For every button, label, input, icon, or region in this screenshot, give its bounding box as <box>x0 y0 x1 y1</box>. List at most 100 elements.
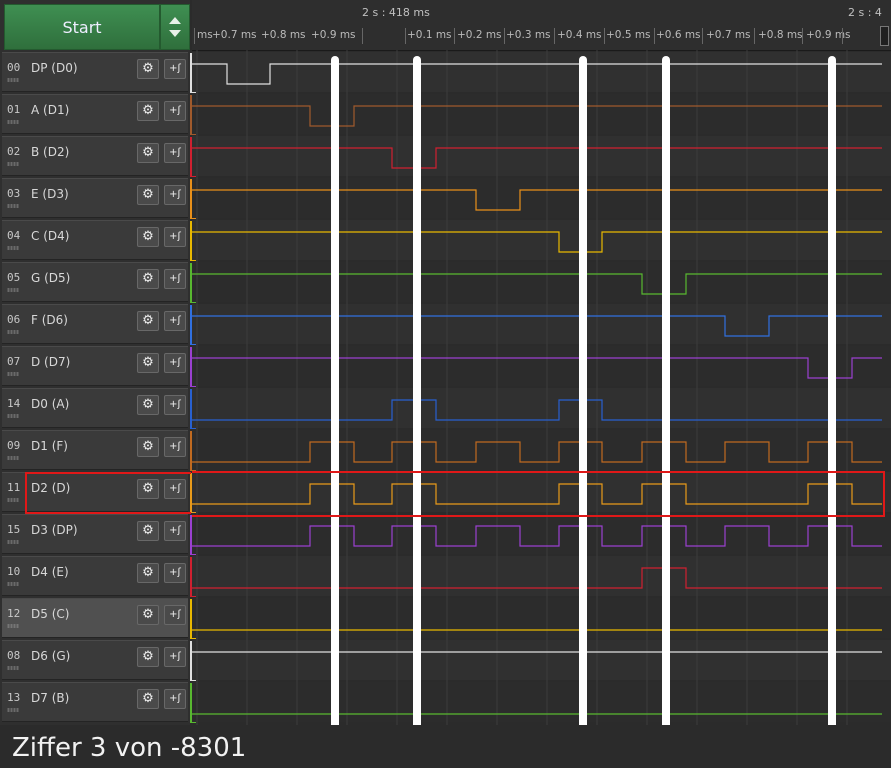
channel-name[interactable]: D5 (C) <box>31 607 69 621</box>
timeline-header[interactable]: 2 s : 418 ms 2 s : 4 ms +0.7 ms +0.8 ms +0.… <box>192 0 891 51</box>
gear-icon[interactable]: ⚙ <box>137 605 159 625</box>
drag-handle-icon[interactable] <box>7 372 19 376</box>
channel-name[interactable]: D4 (E) <box>31 565 69 579</box>
channel-row[interactable]: 14 D0 (A) ⚙ +ʃ <box>2 388 196 429</box>
drag-handle-icon[interactable] <box>7 246 19 250</box>
channel-row[interactable]: 15 D3 (DP) ⚙ +ʃ <box>2 514 196 555</box>
trigger-icon[interactable]: +ʃ <box>164 647 186 667</box>
channel-name[interactable]: D2 (D) <box>31 481 70 495</box>
channel-name[interactable]: D1 (F) <box>31 439 68 453</box>
drag-handle-icon[interactable] <box>7 498 19 502</box>
channel-index: 07 <box>7 355 21 368</box>
gear-icon[interactable]: ⚙ <box>137 59 159 79</box>
channel-row[interactable]: 07 D (D7) ⚙ +ʃ <box>2 346 196 387</box>
waveform-area[interactable] <box>192 50 891 725</box>
channel-name[interactable]: B (D2) <box>31 145 69 159</box>
drag-handle-icon[interactable] <box>7 540 19 544</box>
channel-index: 11 <box>7 481 21 494</box>
channel-name[interactable]: D7 (B) <box>31 691 69 705</box>
time-tick-label: +0.4 ms <box>557 29 602 41</box>
ruler-tick-mark <box>654 28 655 44</box>
drag-handle-icon[interactable] <box>7 708 19 712</box>
channel-index: 04 <box>7 229 21 242</box>
channel-row[interactable]: 04 C (D4) ⚙ +ʃ <box>2 220 196 261</box>
arrow-down-icon[interactable] <box>169 30 181 37</box>
channel-row[interactable]: 00 DP (D0) ⚙ +ʃ <box>2 52 196 93</box>
channel-row[interactable]: 05 G (D5) ⚙ +ʃ <box>2 262 196 303</box>
channel-row[interactable]: 12 D5 (C) ⚙ +ʃ <box>2 598 196 639</box>
ruler-scroll-handle[interactable] <box>880 26 889 46</box>
channel-index: 13 <box>7 691 21 704</box>
trigger-icon[interactable]: +ʃ <box>164 143 186 163</box>
channel-name[interactable]: D6 (G) <box>31 649 70 663</box>
drag-handle-icon[interactable] <box>7 330 19 334</box>
channel-name[interactable]: G (D5) <box>31 271 70 285</box>
drag-handle-icon[interactable] <box>7 456 19 460</box>
trigger-icon[interactable]: +ʃ <box>164 605 186 625</box>
drag-handle-icon[interactable] <box>7 78 19 82</box>
gear-icon[interactable]: ⚙ <box>137 269 159 289</box>
gear-icon[interactable]: ⚙ <box>137 437 159 457</box>
gear-icon[interactable]: ⚙ <box>137 563 159 583</box>
drag-handle-icon[interactable] <box>7 288 19 292</box>
trigger-icon[interactable]: +ʃ <box>164 59 186 79</box>
drag-handle-icon[interactable] <box>7 120 19 124</box>
ruler-tick-mark <box>702 28 703 44</box>
channel-name[interactable]: F (D6) <box>31 313 68 327</box>
time-ruler[interactable]: ms +0.7 ms +0.8 ms +0.9 ms +0.1 ms +0.2 ms +0.… <box>192 26 891 46</box>
gear-icon[interactable]: ⚙ <box>137 227 159 247</box>
channel-row[interactable]: 01 A (D1) ⚙ +ʃ <box>2 94 196 135</box>
channel-name[interactable]: E (D3) <box>31 187 69 201</box>
channel-row[interactable]: 08 D6 (G) ⚙ +ʃ <box>2 640 196 681</box>
channel-row[interactable]: 11 D2 (D) ⚙ +ʃ <box>2 472 196 513</box>
channel-name[interactable]: D0 (A) <box>31 397 69 411</box>
trigger-icon[interactable]: +ʃ <box>164 563 186 583</box>
gear-icon[interactable]: ⚙ <box>137 143 159 163</box>
drag-handle-icon[interactable] <box>7 204 19 208</box>
channel-row[interactable]: 03 E (D3) ⚙ +ʃ <box>2 178 196 219</box>
channel-name[interactable]: DP (D0) <box>31 61 78 75</box>
channel-row[interactable]: 10 D4 (E) ⚙ +ʃ <box>2 556 196 597</box>
channel-row[interactable]: 13 D7 (B) ⚙ +ʃ <box>2 682 196 723</box>
trigger-icon[interactable]: +ʃ <box>164 269 186 289</box>
channel-index: 15 <box>7 523 21 536</box>
trigger-icon[interactable]: +ʃ <box>164 395 186 415</box>
drag-handle-icon[interactable] <box>7 666 19 670</box>
channel-row[interactable]: 09 D1 (F) ⚙ +ʃ <box>2 430 196 471</box>
trigger-icon[interactable]: +ʃ <box>164 353 186 373</box>
trigger-icon[interactable]: +ʃ <box>164 689 186 709</box>
trigger-icon[interactable]: +ʃ <box>164 521 186 541</box>
time-tick-label: +0.7 ms <box>706 29 751 41</box>
gear-icon[interactable]: ⚙ <box>137 395 159 415</box>
drag-handle-icon[interactable] <box>7 414 19 418</box>
gear-icon[interactable]: ⚙ <box>137 521 159 541</box>
trigger-icon[interactable]: +ʃ <box>164 437 186 457</box>
drag-handle-icon[interactable] <box>7 582 19 586</box>
channel-name[interactable]: D3 (DP) <box>31 523 78 537</box>
drag-handle-icon[interactable] <box>7 624 19 628</box>
gear-icon[interactable]: ⚙ <box>137 689 159 709</box>
start-button[interactable]: Start <box>4 4 160 50</box>
start-options-stepper[interactable] <box>160 4 190 50</box>
channel-row[interactable]: 06 F (D6) ⚙ +ʃ <box>2 304 196 345</box>
trigger-icon[interactable]: +ʃ <box>164 311 186 331</box>
channel-index: 12 <box>7 607 21 620</box>
channel-index: 08 <box>7 649 21 662</box>
channel-name[interactable]: A (D1) <box>31 103 69 117</box>
channel-row[interactable]: 02 B (D2) ⚙ +ʃ <box>2 136 196 177</box>
channel-name[interactable]: C (D4) <box>31 229 69 243</box>
gear-icon[interactable]: ⚙ <box>137 101 159 121</box>
gear-icon[interactable]: ⚙ <box>137 353 159 373</box>
gear-icon[interactable]: ⚙ <box>137 185 159 205</box>
trigger-icon[interactable]: +ʃ <box>164 479 186 499</box>
trigger-icon[interactable]: +ʃ <box>164 185 186 205</box>
arrow-up-icon[interactable] <box>169 17 181 24</box>
trigger-icon[interactable]: +ʃ <box>164 101 186 121</box>
gear-icon[interactable]: ⚙ <box>137 479 159 499</box>
drag-handle-icon[interactable] <box>7 162 19 166</box>
time-tick-label: +0.3 ms <box>506 29 551 41</box>
gear-icon[interactable]: ⚙ <box>137 311 159 331</box>
gear-icon[interactable]: ⚙ <box>137 647 159 667</box>
channel-name[interactable]: D (D7) <box>31 355 70 369</box>
trigger-icon[interactable]: +ʃ <box>164 227 186 247</box>
